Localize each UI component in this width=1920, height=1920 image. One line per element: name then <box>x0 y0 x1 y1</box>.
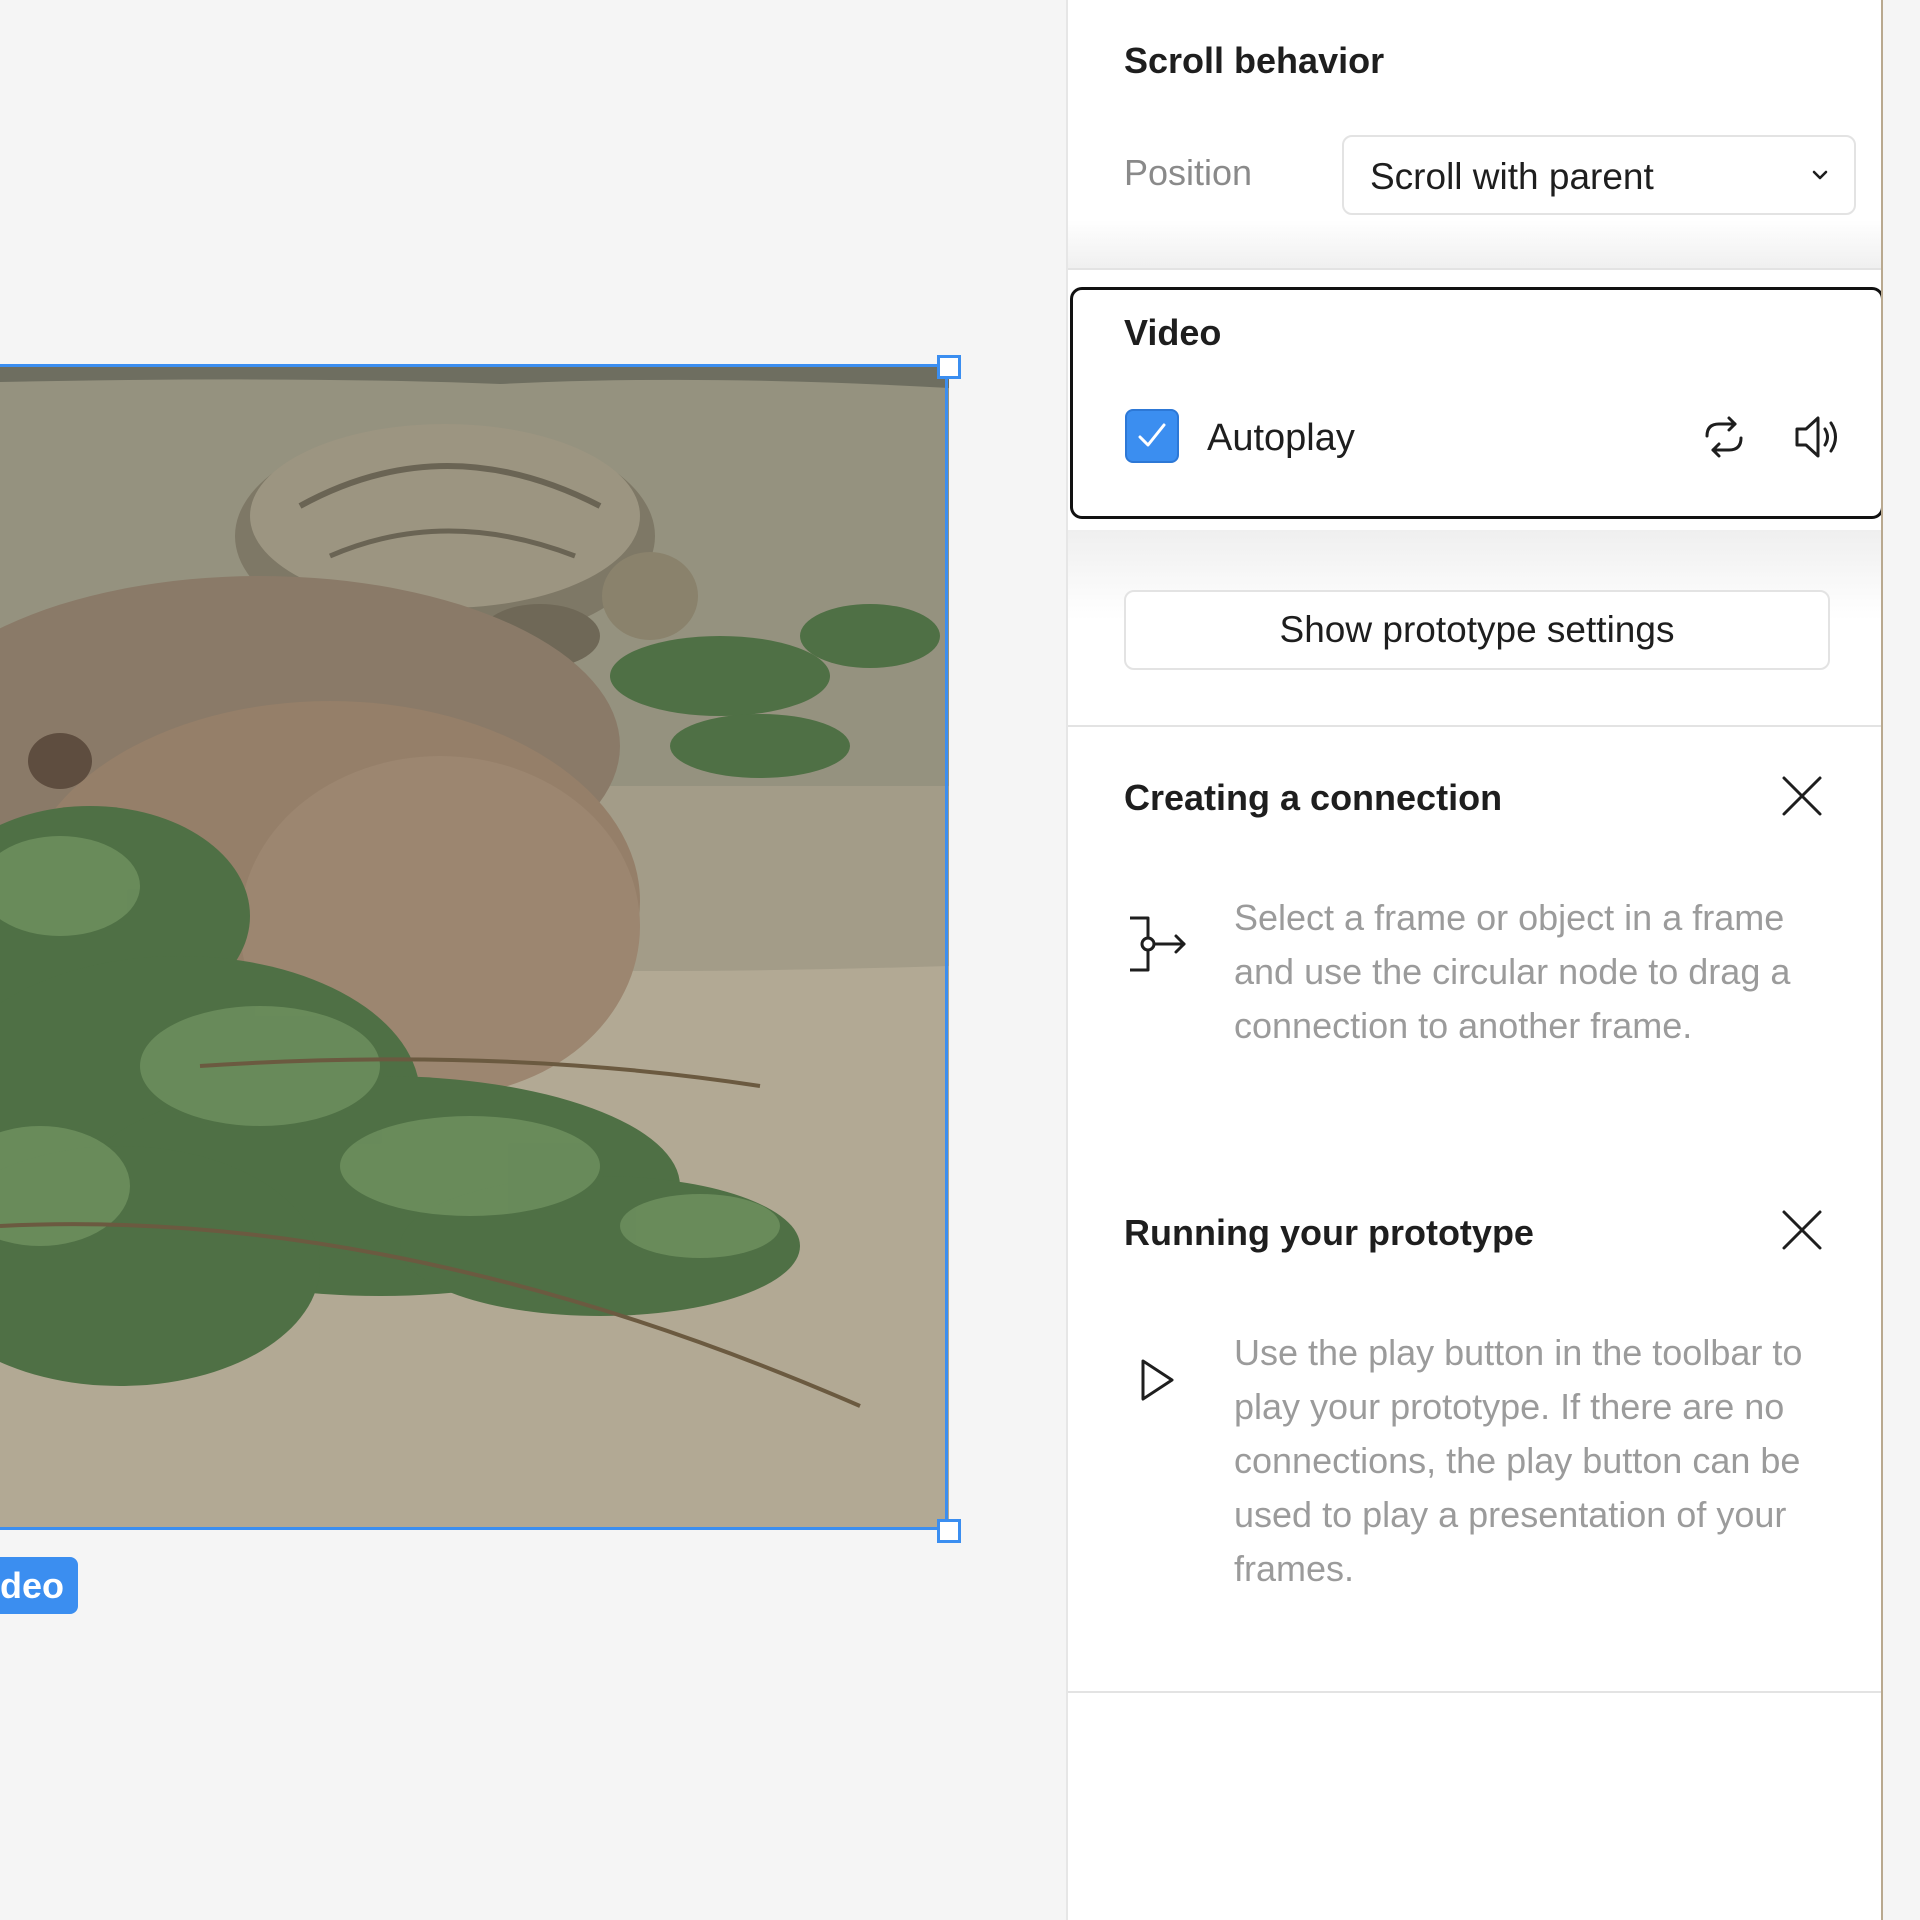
loop-icon[interactable] <box>1697 412 1751 467</box>
divider <box>1068 268 1883 270</box>
video-thumbnail-image <box>0 366 949 1530</box>
chevron-down-icon <box>1810 165 1830 190</box>
scroll-behavior-title: Scroll behavior <box>1124 40 1385 81</box>
position-select[interactable]: Scroll with parent <box>1342 135 1856 215</box>
resize-handle-bottom-right[interactable] <box>937 1519 961 1543</box>
tip-title-running-prototype: Running your prototype <box>1124 1212 1534 1253</box>
autoplay-checkbox[interactable] <box>1125 409 1179 463</box>
checkmark-icon <box>1138 423 1166 447</box>
divider <box>1068 725 1883 727</box>
window-background <box>1883 0 1920 1920</box>
design-canvas[interactable]: deo <box>0 0 1066 1920</box>
position-select-value: Scroll with parent <box>1370 156 1654 197</box>
tip-text-creating-connection: Select a frame or object in a frame and … <box>1234 897 1791 1046</box>
autoplay-label: Autoplay <box>1207 417 1355 459</box>
video-layer-frame[interactable] <box>0 366 949 1530</box>
properties-panel: Scroll behavior Position Scroll with par… <box>1066 0 1884 1920</box>
resize-handle-top-right[interactable] <box>937 355 961 379</box>
volume-icon[interactable] <box>1791 410 1847 469</box>
connection-icon <box>1126 912 1190 981</box>
close-icon[interactable] <box>1780 1208 1824 1252</box>
play-icon <box>1138 1357 1178 1408</box>
position-label: Position <box>1124 152 1253 193</box>
video-section-title: Video <box>1124 312 1222 353</box>
section-shade <box>1068 220 1883 270</box>
divider <box>1068 1691 1883 1693</box>
show-prototype-settings-button[interactable]: Show prototype settings <box>1124 590 1830 670</box>
tip-text-running-prototype: Use the play button in the toolbar to pl… <box>1234 1332 1803 1589</box>
close-icon[interactable] <box>1780 774 1824 818</box>
video-section: Video Autoplay <box>1070 287 1884 519</box>
tip-title-creating-connection: Creating a connection <box>1124 777 1503 818</box>
layer-name-badge[interactable]: deo <box>0 1557 79 1614</box>
